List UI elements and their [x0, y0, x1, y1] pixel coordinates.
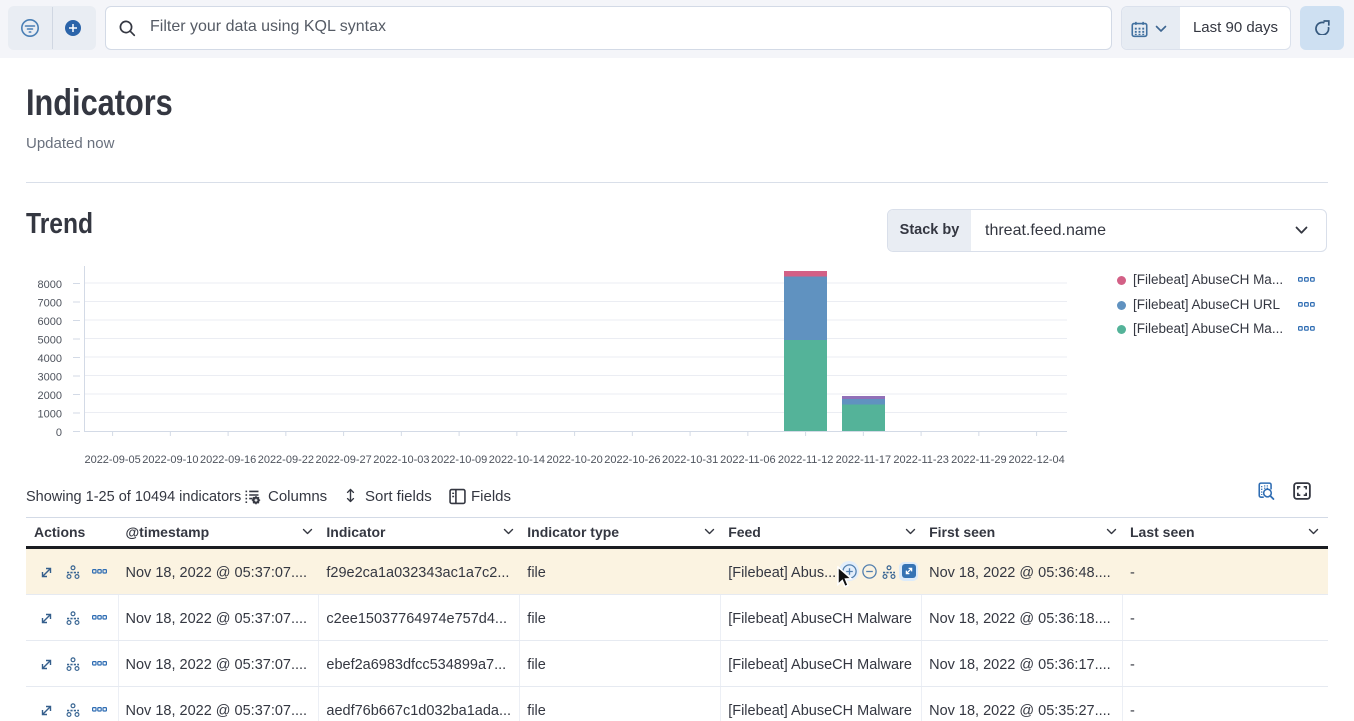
svg-text:8000: 8000 — [38, 279, 62, 291]
svg-text:7000: 7000 — [38, 298, 62, 310]
svg-text:2022-10-09: 2022-10-09 — [431, 454, 487, 466]
svg-text:2022-11-06: 2022-11-06 — [720, 454, 775, 466]
svg-text:1000: 1000 — [38, 409, 62, 421]
svg-text:2022-10-31: 2022-10-31 — [662, 454, 718, 466]
svg-text:0: 0 — [56, 427, 62, 439]
svg-text:2022-12-04: 2022-12-04 — [1008, 454, 1064, 466]
svg-text:2022-10-03: 2022-10-03 — [373, 454, 429, 466]
svg-text:2022-11-23: 2022-11-23 — [893, 454, 948, 466]
svg-text:2022-09-22: 2022-09-22 — [258, 454, 314, 466]
svg-text:2022-09-10: 2022-09-10 — [142, 454, 198, 466]
svg-text:2022-11-12: 2022-11-12 — [778, 454, 833, 466]
svg-text:5000: 5000 — [38, 335, 62, 347]
svg-text:2022-10-14: 2022-10-14 — [489, 454, 545, 466]
svg-text:2022-09-05: 2022-09-05 — [84, 454, 140, 466]
svg-text:4000: 4000 — [38, 353, 62, 365]
svg-text:2022-11-17: 2022-11-17 — [836, 454, 891, 466]
svg-text:2022-09-27: 2022-09-27 — [315, 454, 371, 466]
svg-text:2022-10-26: 2022-10-26 — [604, 454, 660, 466]
svg-text:6000: 6000 — [38, 316, 62, 328]
svg-text:2022-10-20: 2022-10-20 — [546, 454, 602, 466]
svg-text:2000: 2000 — [38, 390, 62, 402]
svg-text:2022-09-16: 2022-09-16 — [200, 454, 256, 466]
svg-text:2022-11-29: 2022-11-29 — [951, 454, 1006, 466]
svg-text:3000: 3000 — [38, 372, 62, 384]
